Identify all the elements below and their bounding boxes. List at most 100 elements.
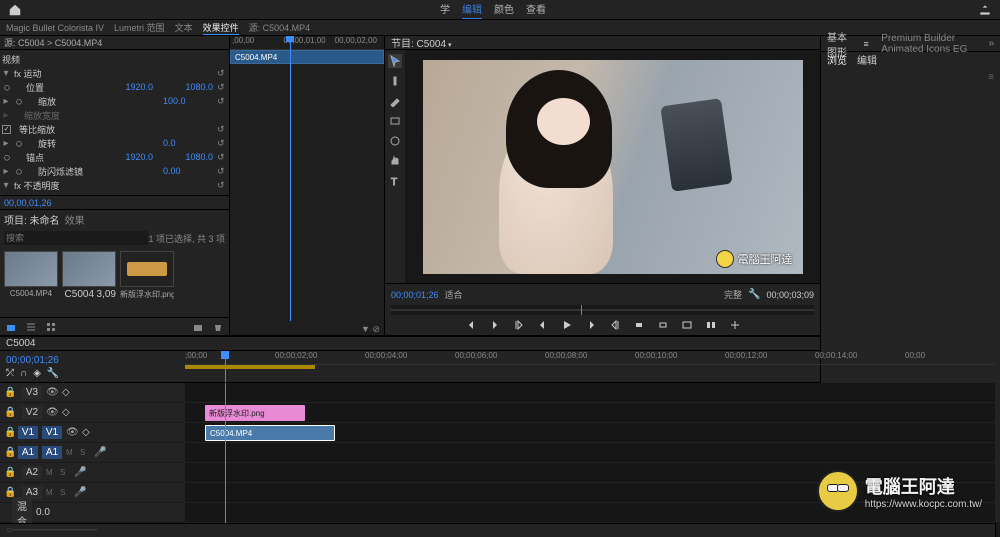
go-out-button[interactable] [608,318,622,332]
track-target-v1[interactable]: V1 [18,426,38,439]
tab-project[interactable]: 项目: 未命名 [4,216,60,227]
timeline-timecode[interactable]: 00;00;01;26 [6,355,179,366]
tab-source[interactable]: 源: C5004.MP4 [249,21,311,34]
comparison-view-button[interactable] [704,318,718,332]
type-tool-icon[interactable]: T [388,174,402,188]
ellipse-tool-icon[interactable] [388,134,402,148]
settings-icon[interactable]: 🔧 [748,289,760,300]
extract-button[interactable] [656,318,670,332]
tab-colorista[interactable]: Magic Bullet Colorista IV [6,23,104,33]
workspace-learn[interactable]: 学 [440,1,450,19]
tab-text[interactable]: 文本 [175,21,193,34]
eye-icon[interactable]: 👁 [46,407,58,418]
linked-selection-icon[interactable]: ∩ [20,368,27,379]
zoom-slider[interactable]: ○──────────── [6,525,97,536]
settings-wrench-icon[interactable]: 🔧 [47,368,59,379]
eye-icon[interactable]: 👁 [46,387,58,398]
timeline-playhead-line[interactable] [225,383,226,523]
track-mix[interactable]: 混合 [12,497,32,524]
play-button[interactable] [560,318,574,332]
marker-icon[interactable]: ◈ [33,368,41,379]
stopwatch-icon[interactable] [15,139,23,147]
workspace-look[interactable]: 查看 [526,1,546,19]
hand-tool-icon[interactable] [388,154,402,168]
resolution-dropdown[interactable]: 完整 [724,288,742,301]
sequence-tab[interactable]: C5004 [6,338,35,349]
snap-icon[interactable]: ⤱ [6,368,14,379]
lock-icon[interactable]: 🔒 [4,447,14,458]
stopwatch-icon[interactable] [3,153,11,161]
export-frame-button[interactable] [680,318,694,332]
tab-lumetri-scopes[interactable]: Lumetri 范围 [114,21,165,34]
mute-button[interactable]: M [46,468,56,477]
stopwatch-icon[interactable] [15,97,23,105]
workspace-color[interactable]: 颜色 [494,1,514,19]
lock-icon[interactable]: 🔒 [4,427,14,438]
track-a2[interactable]: A2 [22,466,42,479]
stopwatch-icon[interactable] [15,167,23,175]
lift-button[interactable] [632,318,646,332]
new-bin-button[interactable] [191,321,205,333]
go-in-button[interactable] [512,318,526,332]
track-v2[interactable]: V2 [22,406,42,419]
position-x[interactable]: 1920.0 [125,82,175,92]
lock-icon[interactable]: 🔒 [4,387,14,398]
effect-timecode[interactable]: 00,00,01,26 [0,195,229,209]
timeline-playhead[interactable] [225,351,226,382]
uniform-scale-checkbox[interactable]: ✓ [2,125,11,134]
track-v3[interactable]: V3 [22,386,42,399]
list-view-icon[interactable] [24,321,38,333]
new-item-button[interactable] [4,321,18,333]
track-target-a1[interactable]: A1 [18,446,38,459]
program-title[interactable]: 节目: C5004 [391,35,452,50]
rectangle-tool-icon[interactable] [388,114,402,128]
button-editor-icon[interactable] [728,318,742,332]
share-icon[interactable] [978,3,992,17]
pen-tool-icon[interactable] [388,94,402,108]
scale-value[interactable]: 100.0 [163,96,213,106]
bin-item[interactable]: 新版浮水印.png [120,251,174,300]
project-search-input[interactable] [4,231,148,245]
reset-icon[interactable]: ↺ [217,68,227,79]
mark-in-button[interactable] [464,318,478,332]
icon-view-icon[interactable] [44,321,58,333]
eye-icon[interactable]: 👁 [66,427,78,438]
mute-button[interactable]: M [46,488,56,497]
tab-effects[interactable]: 效果 [65,216,85,227]
zoom-fit-dropdown[interactable]: 适合 [445,288,463,301]
lock-icon[interactable]: 🔒 [4,407,14,418]
work-area-bar[interactable] [185,365,315,369]
program-timecode[interactable]: 00;00;01;26 [391,290,439,300]
step-fwd-button[interactable] [584,318,598,332]
clip-watermark[interactable]: 新版浮水印.png [205,405,305,421]
lock-icon[interactable]: 🔒 [4,467,14,478]
stopwatch-icon[interactable] [3,83,11,91]
program-scrubber[interactable] [391,305,814,315]
bin-item[interactable]: C5004.MP4 [4,251,58,298]
solo-button[interactable]: S [80,448,90,457]
rotation-value[interactable]: 0.0 [163,138,213,148]
fx-opacity[interactable]: fx 不透明度 [14,179,213,192]
step-back-button[interactable] [536,318,550,332]
track-a1[interactable]: A1 [42,446,62,459]
antiflicker-value[interactable]: 0.00 [163,166,213,176]
edit-tab[interactable]: 编辑 [857,52,877,67]
kf-playhead[interactable] [290,36,291,321]
bin-item[interactable]: C5004 3,09 [62,251,116,300]
browse-tab[interactable]: 浏览 [827,52,847,67]
filter-icon[interactable]: ▼ ⊘ [361,324,380,335]
solo-button[interactable]: S [60,488,70,497]
track-v1[interactable]: V1 [42,426,62,439]
trash-icon[interactable] [211,321,225,333]
workspace-edit[interactable]: 编辑 [462,1,482,19]
kf-clip[interactable]: C5004.MP4 [230,50,384,64]
vertical-type-tool-icon[interactable] [388,74,402,88]
anchor-y[interactable]: 1080.0 [185,152,213,162]
mark-out-button[interactable] [488,318,502,332]
position-y[interactable]: 1080.0 [185,82,213,92]
home-icon[interactable] [8,3,22,17]
fx-motion[interactable]: fx 运动 [14,67,213,80]
anchor-x[interactable]: 1920.0 [125,152,175,162]
solo-button[interactable]: S [60,468,70,477]
mute-button[interactable]: M [66,448,76,457]
